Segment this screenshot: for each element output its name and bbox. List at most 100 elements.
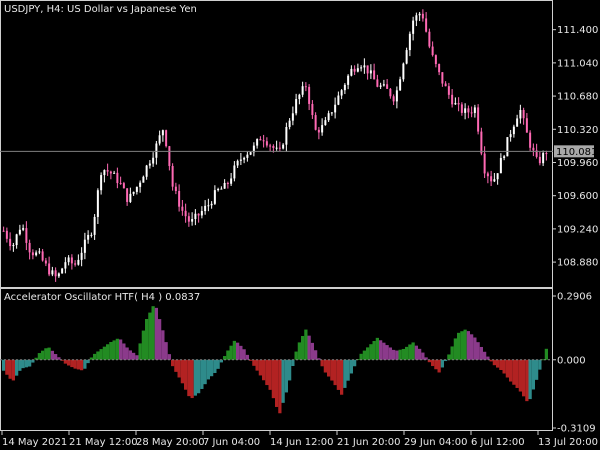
- oscillator-bar: [2, 359, 6, 371]
- oscillator-bar: [385, 345, 389, 360]
- oscillator-bar: [440, 359, 444, 368]
- oscillator-bar: [203, 359, 207, 385]
- candle: [171, 163, 174, 191]
- oscillator-bar: [37, 353, 41, 360]
- candle: [506, 137, 509, 157]
- oscillator-bar: [388, 347, 392, 360]
- oscillator-bar: [50, 350, 54, 360]
- indicator-title: Accelerator Oscillator HTF( H4 ) 0.0837: [4, 292, 200, 303]
- oscillator-bar: [463, 329, 467, 360]
- oscillator-bar: [197, 359, 201, 394]
- oscillator-bar: [460, 331, 464, 360]
- oscillator-bar: [414, 345, 418, 360]
- oscillator-bar: [528, 359, 532, 400]
- oscillator-bar: [5, 359, 9, 375]
- candle: [405, 47, 408, 65]
- oscillator-bar: [171, 359, 175, 367]
- oscillator-bar: [320, 359, 324, 367]
- oscillator-bar: [515, 359, 519, 388]
- price-tick-label: 110.680: [557, 92, 598, 103]
- price-tick-label: 109.240: [557, 224, 598, 235]
- oscillator-bar: [401, 348, 405, 360]
- oscillator-bar: [229, 345, 233, 360]
- oscillator-bar: [167, 354, 171, 360]
- oscillator-bar: [96, 351, 100, 360]
- time-tick-label: 21 Jun 20:00: [337, 437, 401, 448]
- oscillator-bar: [106, 344, 110, 360]
- oscillator-bar: [492, 359, 496, 366]
- candle: [249, 152, 252, 156]
- oscillator-bar: [268, 359, 272, 390]
- current-price-box: 110.081: [554, 145, 597, 158]
- oscillator-bar: [291, 359, 295, 367]
- oscillator-bar: [366, 347, 370, 360]
- oscillator-bar: [148, 312, 152, 360]
- oscillator-bar: [382, 342, 386, 360]
- oscillator-bar: [362, 350, 366, 360]
- oscillator-bar: [525, 359, 529, 402]
- oscillator-bar: [372, 340, 376, 360]
- oscillator-bar: [450, 346, 454, 360]
- oscillator-bar: [145, 319, 149, 360]
- price-tick-label: 111.400: [557, 25, 598, 36]
- oscillator-bar: [151, 306, 155, 360]
- oscillator-bar: [473, 337, 477, 360]
- oscillator-bar: [343, 359, 347, 388]
- oscillator-bar: [284, 359, 288, 393]
- chart-background: [0, 0, 600, 450]
- oscillator-bar: [93, 353, 97, 360]
- oscillator-bar: [434, 359, 438, 370]
- oscillator-bar: [408, 344, 412, 360]
- oscillator-bar: [239, 345, 243, 360]
- oscillator-bar: [180, 359, 184, 384]
- oscillator-bar: [336, 359, 340, 390]
- oscillator-bar: [28, 359, 32, 367]
- oscillator-bar: [421, 352, 425, 360]
- chart-window[interactable]: USDJPY, H4: US Dollar vs Japanese Yen 11…: [0, 0, 600, 450]
- oscillator-bar: [479, 346, 483, 360]
- oscillator-bar: [15, 359, 19, 376]
- oscillator-bar: [262, 359, 266, 381]
- oscillator-bar: [496, 359, 500, 368]
- price-tick-label: 109.960: [557, 158, 598, 169]
- oscillator-bar: [210, 359, 214, 377]
- oscillator-bar: [522, 359, 526, 397]
- oscillator-bar: [206, 359, 210, 380]
- oscillator-bar: [216, 359, 220, 369]
- oscillator-bar: [161, 330, 165, 360]
- oscillator-bar: [54, 354, 58, 360]
- oscillator-bar: [411, 342, 415, 360]
- oscillator-bar: [184, 359, 188, 390]
- oscillator-bar: [109, 341, 113, 360]
- time-tick-label: 29 Jun 04:00: [404, 437, 468, 448]
- oscillator-bar: [470, 334, 474, 360]
- candle: [61, 267, 64, 274]
- time-tick-label: 21 May 12:00: [69, 437, 138, 448]
- oscillator-bar: [102, 346, 106, 360]
- oscillator-bar: [193, 359, 197, 396]
- oscillator-bar: [232, 340, 236, 360]
- oscillator-bar: [223, 356, 227, 360]
- oscillator-bar: [275, 359, 279, 407]
- oscillator-bar: [379, 340, 383, 360]
- oscillator-bar: [190, 359, 194, 399]
- oscillator-bar: [132, 352, 136, 360]
- time-tick-label: 6 Jul 12:00: [471, 437, 525, 448]
- oscillator-bar: [310, 342, 314, 360]
- oscillator-bar: [213, 359, 217, 374]
- oscillator-bar: [398, 349, 402, 360]
- oscillator-bar: [135, 355, 139, 360]
- oscillator-bar: [466, 331, 470, 360]
- oscillator-bar: [122, 343, 126, 360]
- oscillator-bar: [278, 359, 282, 414]
- oscillator-bar: [327, 359, 331, 377]
- oscillator-bar: [340, 359, 344, 395]
- oscillator-bar: [505, 359, 509, 378]
- oscillator-bar: [115, 338, 119, 360]
- oscillator-bar: [405, 346, 409, 360]
- oscillator-bar: [242, 349, 246, 360]
- oscillator-bar: [44, 348, 48, 360]
- oscillator-bar: [359, 353, 363, 360]
- oscillator-bar: [431, 359, 435, 367]
- oscillator-bar: [502, 359, 506, 374]
